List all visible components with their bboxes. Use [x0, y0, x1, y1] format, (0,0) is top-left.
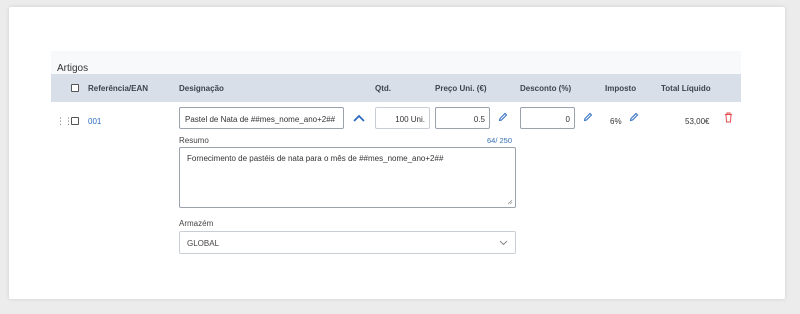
pencil-icon[interactable]: [629, 112, 639, 122]
header-total: Total Líquido: [661, 84, 711, 93]
warehouse-label: Armazém: [179, 219, 214, 228]
header-qty: Qtd.: [375, 84, 391, 93]
select-all-checkbox[interactable]: [71, 84, 79, 92]
articles-panel: Artigos Referência/EAN Designação Qtd. P…: [51, 51, 741, 256]
summary-counter: 64/ 250: [487, 136, 513, 145]
chevron-up-icon[interactable]: [353, 114, 365, 122]
pencil-icon[interactable]: [498, 112, 508, 122]
qty-input[interactable]: 100 Uni.: [375, 107, 430, 129]
tax-value: 6%: [610, 117, 622, 126]
discount-input[interactable]: 0: [520, 107, 575, 129]
header-tax: Imposto: [605, 84, 637, 93]
table-header: Referência/EAN Designação Qtd. Preço Uni…: [51, 74, 741, 102]
pencil-icon[interactable]: [583, 112, 593, 122]
item-reference-link[interactable]: 001: [88, 117, 101, 126]
total-value: 53,00€: [685, 117, 710, 126]
drag-handle-icon[interactable]: ⋮⋮: [56, 116, 73, 127]
resize-handle-icon[interactable]: [507, 199, 513, 205]
designation-input[interactable]: Pastel de Nata de ##mes_nome_ano+2##: [179, 107, 344, 129]
warehouse-select[interactable]: GLOBAL: [179, 231, 516, 254]
summary-label: Resumo: [179, 136, 209, 145]
row-checkbox[interactable]: [71, 117, 79, 125]
summary-textarea[interactable]: Fornecimento de pastéis de nata para o m…: [179, 147, 516, 208]
warehouse-value: GLOBAL: [187, 239, 220, 248]
header-reference: Referência/EAN: [88, 84, 149, 93]
trash-icon[interactable]: [724, 112, 733, 123]
unit-price-input[interactable]: 0.5: [435, 107, 490, 129]
section-title: Artigos: [57, 63, 89, 74]
item-row: ⋮⋮ 001 Pastel de Nata de ##mes_nome_ano+…: [51, 102, 741, 256]
header-designation: Designação: [179, 84, 224, 93]
articles-card: Artigos Referência/EAN Designação Qtd. P…: [9, 7, 785, 299]
summary-text: Fornecimento de pastéis de nata para o m…: [187, 154, 444, 163]
header-unit-price: Preço Uni. (€): [435, 84, 487, 93]
chevron-down-icon: [499, 240, 508, 246]
header-discount: Desconto (%): [520, 84, 572, 93]
